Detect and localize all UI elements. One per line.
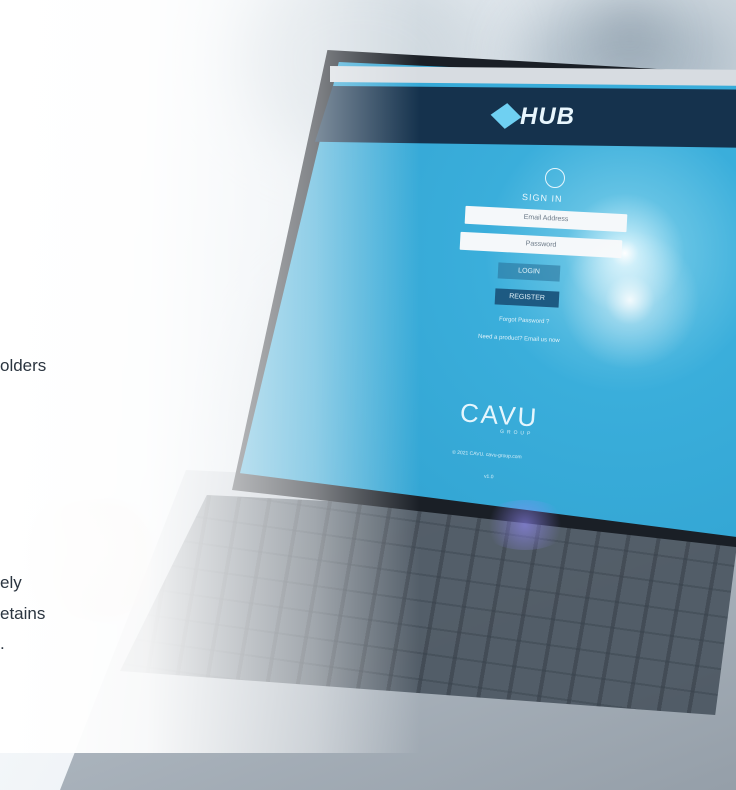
- text-fragment-2: ely: [0, 573, 22, 592]
- text-fragment-3: etains: [0, 604, 46, 623]
- brand-logo: CAVU: [459, 397, 540, 433]
- version-text: v1.0: [483, 473, 494, 481]
- bg-blur-person: [600, 20, 660, 60]
- lens-flare: [560, 230, 700, 370]
- lens-flare-2: [480, 500, 570, 550]
- login-button[interactable]: LOGIN: [497, 262, 561, 282]
- sign-in-heading: SIGN IN: [521, 191, 563, 205]
- user-icon: [545, 168, 565, 188]
- text-fragment-1: olders: [0, 356, 47, 375]
- register-button[interactable]: REGISTER: [494, 288, 560, 308]
- left-fade-overlay: [0, 0, 420, 753]
- hub-logo-text: HUB: [520, 103, 575, 130]
- text-fragment-4: .: [0, 634, 5, 653]
